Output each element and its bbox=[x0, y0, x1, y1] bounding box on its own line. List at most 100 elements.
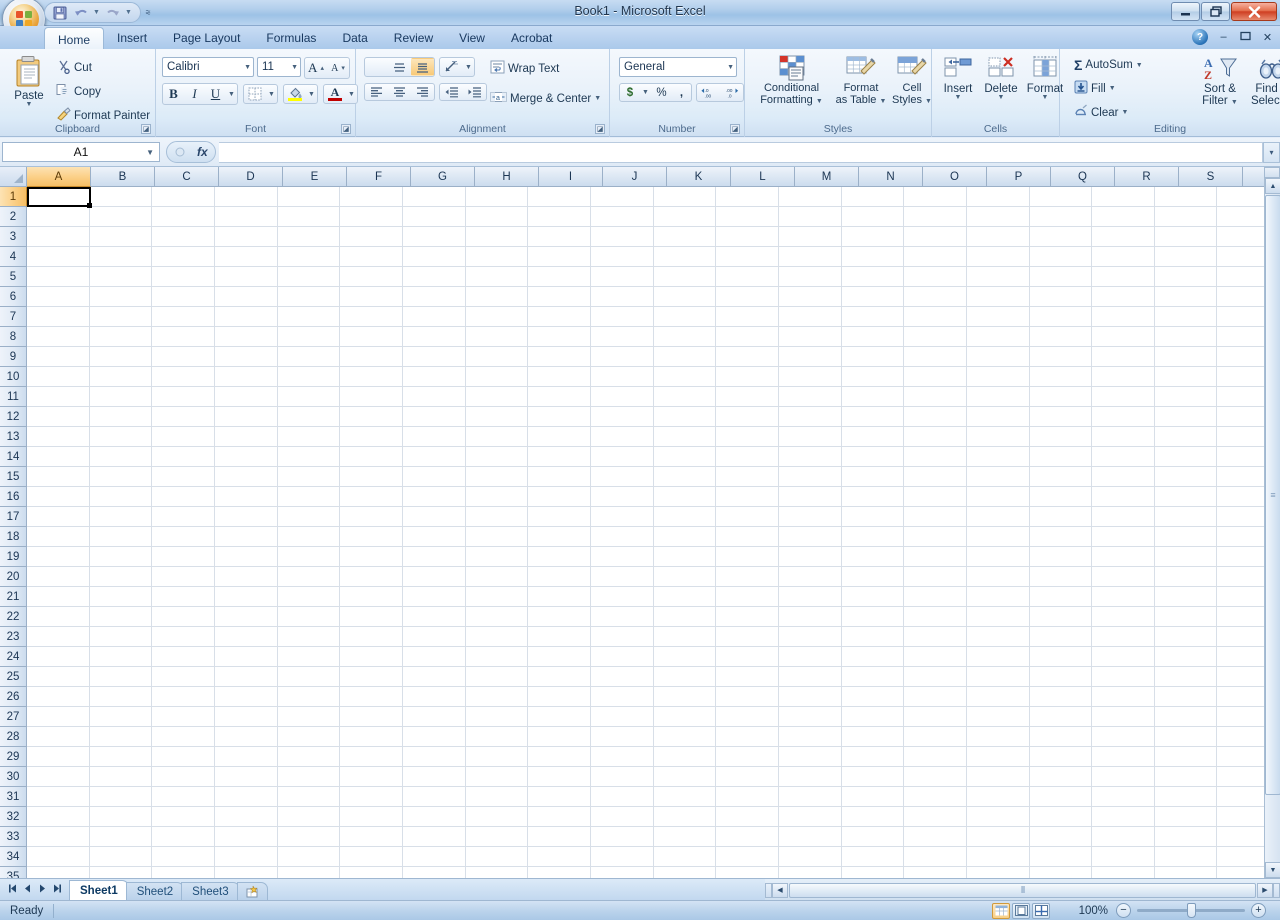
sheet-tab-sheet1[interactable]: Sheet1 bbox=[69, 880, 129, 901]
cell-R12[interactable] bbox=[1092, 407, 1155, 427]
cell-R20[interactable] bbox=[1092, 567, 1155, 587]
cell-G20[interactable] bbox=[403, 567, 466, 587]
cell-G3[interactable] bbox=[403, 227, 466, 247]
cell-Q24[interactable] bbox=[1030, 647, 1093, 667]
format-as-table-button[interactable]: Format as Table ▼ bbox=[835, 55, 887, 107]
formula-input[interactable] bbox=[219, 142, 1263, 163]
cell-N11[interactable] bbox=[842, 387, 905, 407]
cell-G24[interactable] bbox=[403, 647, 466, 667]
cell-E34[interactable] bbox=[278, 847, 341, 867]
cell-E22[interactable] bbox=[278, 607, 341, 627]
cell-L3[interactable] bbox=[716, 227, 779, 247]
cell-K5[interactable] bbox=[654, 267, 717, 287]
cell-E23[interactable] bbox=[278, 627, 341, 647]
cell-D4[interactable] bbox=[215, 247, 278, 267]
cell-Q29[interactable] bbox=[1030, 747, 1093, 767]
cell-F2[interactable] bbox=[340, 207, 403, 227]
cell-L18[interactable] bbox=[716, 527, 779, 547]
tab-insert[interactable]: Insert bbox=[104, 26, 160, 50]
cell-M1[interactable] bbox=[779, 187, 842, 207]
cell-C2[interactable] bbox=[152, 207, 215, 227]
cell-O31[interactable] bbox=[904, 787, 967, 807]
column-header-E[interactable]: E bbox=[283, 167, 347, 187]
cell-A17[interactable] bbox=[27, 507, 90, 527]
cell-B7[interactable] bbox=[90, 307, 153, 327]
cell-D24[interactable] bbox=[215, 647, 278, 667]
cell-R2[interactable] bbox=[1092, 207, 1155, 227]
cell-J12[interactable] bbox=[591, 407, 654, 427]
borders-dropdown-icon[interactable]: ▼ bbox=[266, 85, 277, 103]
cell-B35[interactable] bbox=[90, 867, 153, 878]
cell-G30[interactable] bbox=[403, 767, 466, 787]
cell-B14[interactable] bbox=[90, 447, 153, 467]
cell-M20[interactable] bbox=[779, 567, 842, 587]
cell-D6[interactable] bbox=[215, 287, 278, 307]
cell-N6[interactable] bbox=[842, 287, 905, 307]
cell-I15[interactable] bbox=[528, 467, 591, 487]
cell-A6[interactable] bbox=[27, 287, 90, 307]
cell-S15[interactable] bbox=[1155, 467, 1218, 487]
font-color-button[interactable]: A bbox=[324, 85, 346, 104]
cell-E12[interactable] bbox=[278, 407, 341, 427]
cell-S20[interactable] bbox=[1155, 567, 1218, 587]
normal-view-icon[interactable] bbox=[992, 903, 1010, 919]
cell-G31[interactable] bbox=[403, 787, 466, 807]
accounting-dropdown-icon[interactable]: ▼ bbox=[640, 84, 651, 101]
cell-H23[interactable] bbox=[466, 627, 529, 647]
cell-I23[interactable] bbox=[528, 627, 591, 647]
cell-A18[interactable] bbox=[27, 527, 90, 547]
cell-D35[interactable] bbox=[215, 867, 278, 878]
cell-H3[interactable] bbox=[466, 227, 529, 247]
cell-D9[interactable] bbox=[215, 347, 278, 367]
cell-P24[interactable] bbox=[967, 647, 1030, 667]
cell-O19[interactable] bbox=[904, 547, 967, 567]
cell-L10[interactable] bbox=[716, 367, 779, 387]
cell-F5[interactable] bbox=[340, 267, 403, 287]
cell-G35[interactable] bbox=[403, 867, 466, 878]
column-header-R[interactable]: R bbox=[1115, 167, 1179, 187]
cell-N32[interactable] bbox=[842, 807, 905, 827]
cell-N20[interactable] bbox=[842, 567, 905, 587]
cell-O34[interactable] bbox=[904, 847, 967, 867]
cell-E27[interactable] bbox=[278, 707, 341, 727]
cell-Q6[interactable] bbox=[1030, 287, 1093, 307]
cell-Q3[interactable] bbox=[1030, 227, 1093, 247]
cell-D31[interactable] bbox=[215, 787, 278, 807]
cell-Q26[interactable] bbox=[1030, 687, 1093, 707]
cell-O35[interactable] bbox=[904, 867, 967, 878]
cell-R19[interactable] bbox=[1092, 547, 1155, 567]
cell-F14[interactable] bbox=[340, 447, 403, 467]
cell-P15[interactable] bbox=[967, 467, 1030, 487]
cell-Q5[interactable] bbox=[1030, 267, 1093, 287]
cell-E14[interactable] bbox=[278, 447, 341, 467]
cell-B29[interactable] bbox=[90, 747, 153, 767]
cell-M7[interactable] bbox=[779, 307, 842, 327]
cell-O22[interactable] bbox=[904, 607, 967, 627]
cell-M13[interactable] bbox=[779, 427, 842, 447]
cell-P9[interactable] bbox=[967, 347, 1030, 367]
cell-J4[interactable] bbox=[591, 247, 654, 267]
cell-Q28[interactable] bbox=[1030, 727, 1093, 747]
cell-L13[interactable] bbox=[716, 427, 779, 447]
clear-dropdown-icon[interactable]: ▼ bbox=[1121, 109, 1128, 116]
cell-N5[interactable] bbox=[842, 267, 905, 287]
cell-F11[interactable] bbox=[340, 387, 403, 407]
cell-G19[interactable] bbox=[403, 547, 466, 567]
cell-P33[interactable] bbox=[967, 827, 1030, 847]
cell-C3[interactable] bbox=[152, 227, 215, 247]
cell-A4[interactable] bbox=[27, 247, 90, 267]
cell-A21[interactable] bbox=[27, 587, 90, 607]
cell-G23[interactable] bbox=[403, 627, 466, 647]
copy-button[interactable]: Copy bbox=[52, 81, 154, 103]
align-left-button[interactable] bbox=[365, 84, 388, 100]
cell-K7[interactable] bbox=[654, 307, 717, 327]
cell-R6[interactable] bbox=[1092, 287, 1155, 307]
cell-H16[interactable] bbox=[466, 487, 529, 507]
cell-O11[interactable] bbox=[904, 387, 967, 407]
cell-H6[interactable] bbox=[466, 287, 529, 307]
row-header-21[interactable]: 21 bbox=[0, 587, 27, 607]
cell-R35[interactable] bbox=[1092, 867, 1155, 878]
cell-P3[interactable] bbox=[967, 227, 1030, 247]
cell-K2[interactable] bbox=[654, 207, 717, 227]
row-header-22[interactable]: 22 bbox=[0, 607, 27, 627]
